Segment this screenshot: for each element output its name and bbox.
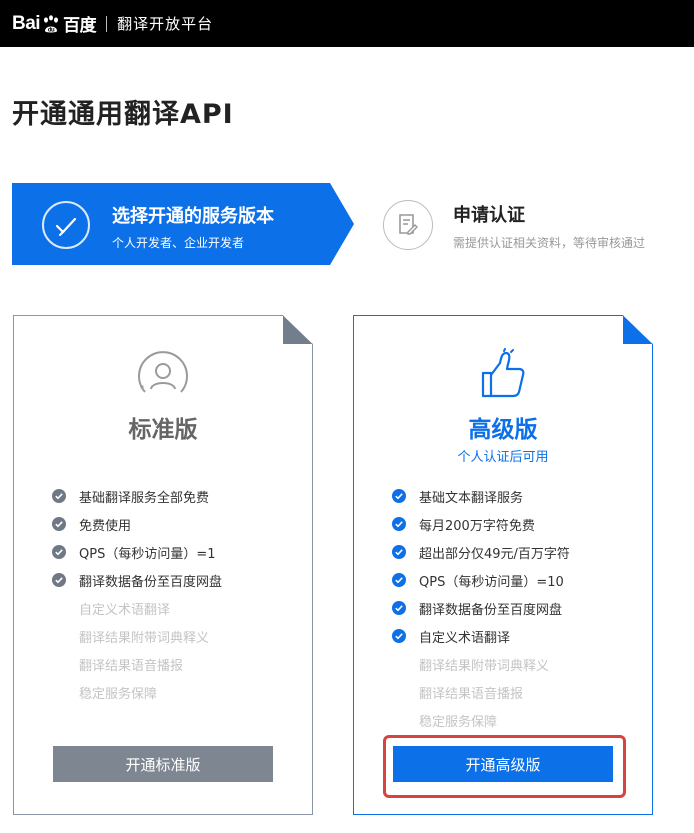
step-2-title: 申请认证 (453, 205, 525, 226)
feature-item-unavailable: 翻译结果附带词典释义 (79, 630, 210, 646)
thumbs-up-icon (475, 348, 531, 404)
feature-item-unavailable: 翻译结果附带词典释义 (419, 658, 550, 674)
step-select-version: 选择开通的服务版本 个人开发者、企业开发者 (12, 183, 354, 265)
check-icon (392, 545, 406, 559)
platform-name[interactable]: 翻译开放平台 (117, 13, 213, 34)
check-icon (52, 489, 66, 503)
highlight-box (383, 735, 626, 798)
feature-item: 基础文本翻译服务 (392, 482, 570, 510)
feature-item-unavailable: 翻译结果语音播报 (79, 658, 184, 674)
feature-item: 每月200万字符免费 (392, 510, 570, 538)
feature-item: 基础翻译服务全部免费 (52, 482, 222, 510)
check-icon (52, 573, 66, 587)
feature-list: 基础文本翻译服务 每月200万字符免费 超出部分仅49元/百万字符 QPS（每秒… (392, 482, 570, 734)
feature-item: 自定义术语翻译 (392, 622, 570, 650)
user-icon (135, 348, 191, 404)
step-2-subtitle: 需提供认证相关资料，等待审核通过 (453, 236, 646, 250)
logo-text-right: 百度 (63, 16, 97, 36)
check-icon (392, 601, 406, 615)
activate-standard-button[interactable]: 开通标准版 (53, 746, 273, 782)
check-icon (52, 545, 66, 559)
plan-card-standard: 标准版 基础翻译服务全部免费 免费使用 QPS（每秒访问量）=1 翻译数据备份至… (13, 315, 313, 815)
check-icon (392, 489, 406, 503)
check-icon (392, 573, 406, 587)
feature-item-unavailable: 自定义术语翻译 (79, 602, 171, 618)
document-edit-icon (383, 200, 433, 250)
feature-item-unavailable: 稳定服务保障 (419, 714, 498, 730)
feature-list: 基础翻译服务全部免费 免费使用 QPS（每秒访问量）=1 翻译数据备份至百度网盘… (52, 482, 222, 706)
feature-item-unavailable: 稳定服务保障 (79, 686, 158, 702)
step-1-subtitle: 个人开发者、企业开发者 (112, 236, 245, 250)
check-icon (392, 629, 406, 643)
step-1-title: 选择开通的服务版本 (112, 206, 274, 227)
baidu-logo[interactable]: Bai du 百度 (12, 11, 97, 37)
feature-item: 免费使用 (52, 510, 222, 538)
header-divider (106, 15, 108, 32)
plan-subtitle: 个人认证后可用 (457, 450, 549, 465)
feature-item: QPS（每秒访问量）=10 (392, 566, 570, 594)
feature-item: 超出部分仅49元/百万字符 (392, 538, 570, 566)
feature-item: 翻译数据备份至百度网盘 (392, 594, 570, 622)
check-circle-icon (42, 201, 90, 249)
paw-icon: du (41, 14, 61, 34)
check-icon (392, 517, 406, 531)
plan-title: 高级版 (468, 417, 538, 443)
top-bar: Bai du 百度 翻译开放平台 (0, 0, 694, 47)
feature-item: QPS（每秒访问量）=1 (52, 538, 222, 566)
logo-text-left: Bai (12, 12, 41, 34)
feature-item-unavailable: 翻译结果语音播报 (419, 686, 524, 702)
check-icon (52, 517, 66, 531)
svg-text:du: du (48, 27, 55, 33)
page-title: 开通通用翻译API (12, 99, 234, 130)
feature-item: 翻译数据备份至百度网盘 (52, 566, 222, 594)
plan-title: 标准版 (128, 417, 198, 443)
